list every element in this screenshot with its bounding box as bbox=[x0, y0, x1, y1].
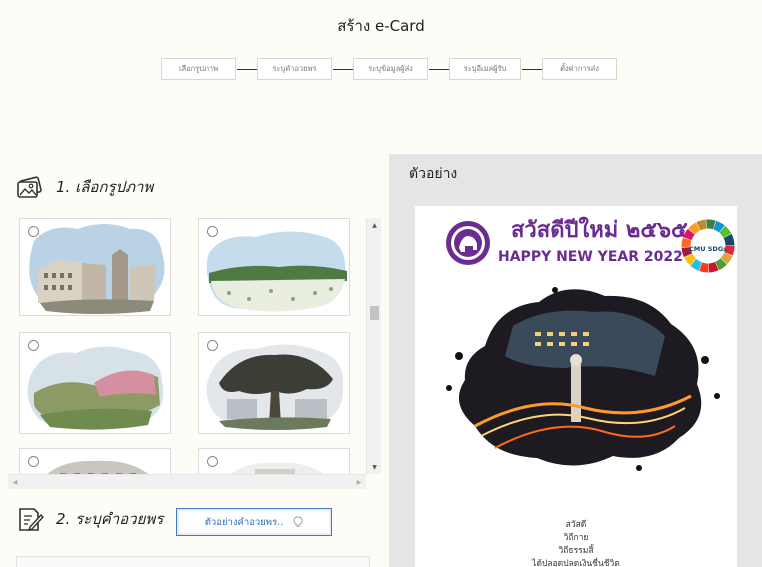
lightbulb-icon bbox=[293, 516, 303, 527]
big-tree-image bbox=[206, 344, 344, 430]
gallery-vertical-scrollbar[interactable]: ▲ ▼ bbox=[366, 218, 381, 474]
section-choose-image-header: 1. เลือกรูปภาพ bbox=[16, 174, 153, 200]
step-connector bbox=[237, 69, 257, 70]
image-gallery bbox=[8, 218, 382, 480]
step-connector bbox=[429, 69, 449, 70]
edit-note-icon bbox=[19, 508, 44, 532]
step-progress: เลือกรูปภาพ ระบุคำอวยพร ระบุข้อมูลผู้ส่ง… bbox=[0, 58, 762, 82]
gallery-horizontal-scrollbar[interactable]: ◀ ▶ bbox=[8, 474, 366, 489]
example-wishes-label: ตัวอย่างคำอวยพร.. bbox=[204, 516, 284, 528]
section-wishes-title: 2. ระบุคำอวยพร bbox=[56, 510, 164, 528]
cmu-sdgs-badge: CMU SDGs bbox=[681, 219, 735, 273]
campus-night-photo bbox=[446, 287, 720, 471]
preview-panel: ตัวอย่าง สวัสดีปีใหม่ ๒๕๖๕ HAPPY NEW YEA… bbox=[389, 154, 762, 567]
flower-field-image bbox=[206, 231, 347, 312]
page-title: สร้าง e-Card bbox=[337, 17, 425, 35]
step-write-wishes[interactable]: ระบุคำอวยพร bbox=[257, 58, 332, 80]
greeting-thai: สวัสดีปีใหม่ ๒๕๖๕ bbox=[511, 218, 688, 243]
image-radio[interactable] bbox=[207, 340, 218, 351]
image-gallery-icon bbox=[17, 176, 42, 198]
step-recipient-email[interactable]: ระบุอีเมลผู้รับ bbox=[449, 58, 521, 80]
sdgs-badge-text: CMU SDGs bbox=[689, 245, 727, 253]
step-choose-image[interactable]: เลือกรูปภาพ bbox=[161, 58, 236, 80]
image-option-big-tree[interactable] bbox=[198, 332, 350, 434]
scroll-down-arrow-icon[interactable]: ▼ bbox=[367, 460, 382, 474]
image-option-campus-buildings[interactable] bbox=[19, 218, 171, 316]
image-radio[interactable] bbox=[28, 226, 39, 237]
image-selection-panel: 1. เลือกรูปภาพ ▲ ▼ ◀ ▶ 2. ระบุคำอวยพร bbox=[0, 150, 381, 567]
scroll-thumb[interactable] bbox=[370, 306, 379, 320]
preview-title: ตัวอย่าง bbox=[409, 166, 458, 182]
scroll-left-arrow-icon[interactable]: ◀ bbox=[8, 475, 22, 489]
section-choose-image-title: 1. เลือกรูปภาพ bbox=[56, 178, 154, 196]
ecard-page: สร้าง e-Card เลือกรูปภาพ ระบุคำอวยพร ระบ… bbox=[0, 0, 762, 567]
section-wishes-header: 2. ระบุคำอวยพร bbox=[16, 506, 163, 532]
scroll-right-arrow-icon[interactable]: ▶ bbox=[352, 475, 366, 489]
hillside-image bbox=[27, 346, 164, 430]
message-line: สวัสดี bbox=[565, 520, 587, 530]
step-connector bbox=[333, 69, 353, 70]
message-line: ได้ปลอดปลดเงินชื่นชีวิต bbox=[532, 559, 620, 567]
image-option-hillside[interactable] bbox=[19, 332, 171, 434]
image-radio[interactable] bbox=[28, 456, 39, 467]
example-wishes-button[interactable]: ตัวอย่างคำอวยพร.. bbox=[176, 508, 332, 536]
image-radio[interactable] bbox=[28, 340, 39, 351]
wishes-textarea[interactable] bbox=[16, 556, 370, 567]
image-radio[interactable] bbox=[207, 226, 218, 237]
message-line: วิถีกาย bbox=[563, 533, 589, 543]
greeting-english: HAPPY NEW YEAR 2022 bbox=[498, 249, 683, 265]
image-radio[interactable] bbox=[207, 456, 218, 467]
ecard-preview: สวัสดีปีใหม่ ๒๕๖๕ HAPPY NEW YEAR 2022 CM… bbox=[415, 206, 737, 567]
step-send-settings[interactable]: ตั้งค่าการส่ง bbox=[542, 58, 617, 80]
image-option-flower-field[interactable] bbox=[198, 218, 350, 316]
cmu-emblem-logo bbox=[446, 221, 490, 265]
campus-buildings-image bbox=[29, 224, 165, 314]
scroll-up-arrow-icon[interactable]: ▲ bbox=[367, 218, 382, 232]
step-sender-info[interactable]: ระบุข้อมูลผู้ส่ง bbox=[353, 58, 428, 80]
step-connector bbox=[522, 69, 542, 70]
message-line: วิถีธรรมสิ้ bbox=[558, 546, 594, 556]
